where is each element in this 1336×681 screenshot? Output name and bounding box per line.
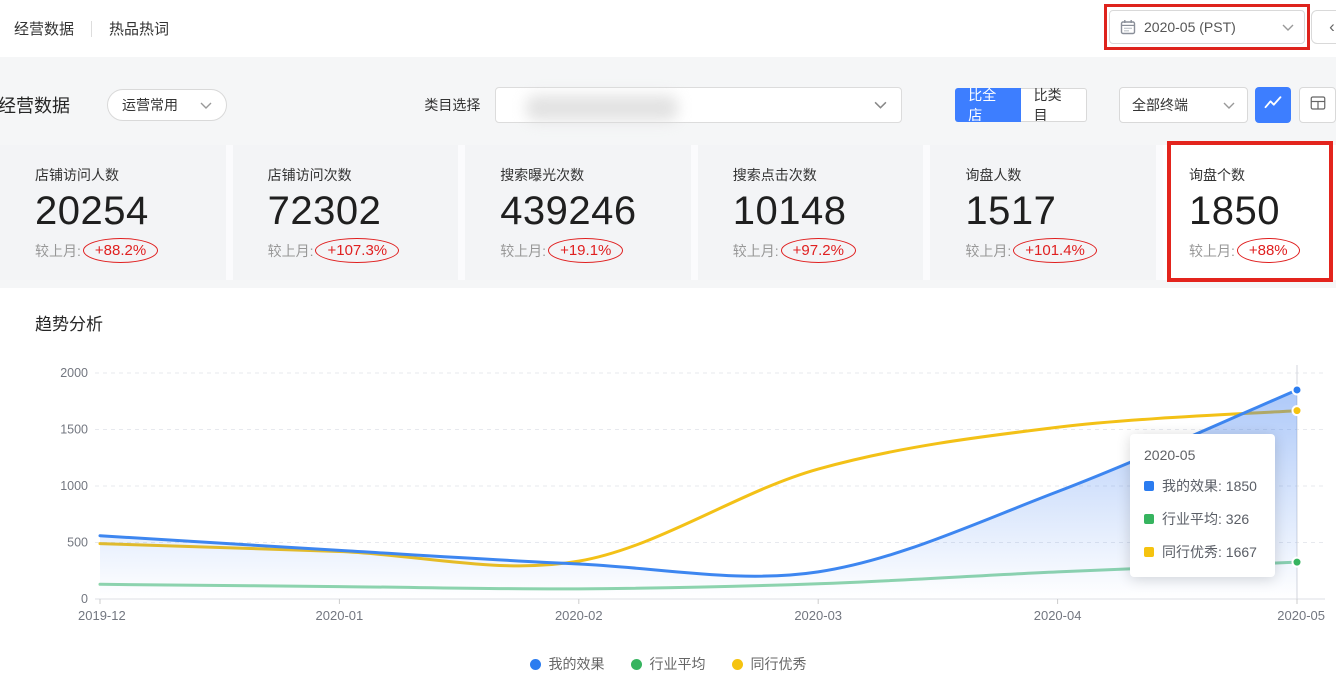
tab-business-data[interactable]: 经营数据 <box>14 18 74 39</box>
preset-dropdown[interactable]: 运营常用 <box>107 89 227 121</box>
legend-label: 行业平均 <box>650 654 706 674</box>
kpi-value: 72302 <box>268 189 459 234</box>
terminal-dropdown[interactable]: 全部终端 <box>1119 87 1248 123</box>
mom-label: 较上月: <box>268 241 314 261</box>
mom-label: 较上月: <box>965 241 1011 261</box>
trend-title: 趋势分析 <box>0 288 1336 335</box>
table-view-button[interactable] <box>1299 87 1336 123</box>
top-nav: 经营数据 热品热词 <box>14 18 169 39</box>
chart-view-button[interactable] <box>1255 87 1292 123</box>
svg-text:0: 0 <box>81 592 88 606</box>
chart-legend: 我的效果 行业平均 同行优秀 <box>0 654 1336 674</box>
month-date-picker[interactable]: 2020-05 (PST) <box>1109 10 1305 44</box>
kpi-title: 搜索点击次数 <box>733 165 924 185</box>
category-select-label: 类目选择 <box>424 95 480 115</box>
tooltip-value: 行业平均: 326 <box>1162 509 1249 529</box>
mom-change-circled: +88.2% <box>83 238 158 263</box>
mom-change-circled: +19.1% <box>548 238 623 263</box>
legend-label: 我的效果 <box>549 654 605 674</box>
tooltip-row: 同行优秀: 1667 <box>1144 542 1261 562</box>
nav-divider <box>91 21 92 37</box>
svg-text:1500: 1500 <box>60 423 88 437</box>
mom-label: 较上月: <box>500 241 546 261</box>
chevron-down-icon <box>200 102 212 109</box>
date-picker-value: 2020-05 (PST) <box>1144 19 1236 35</box>
kpi-card-store-visitors[interactable]: 店铺访问人数 20254 较上月: +88.2% <box>0 145 226 280</box>
legend-dot-yellow <box>732 659 743 670</box>
kpi-card-inquiry-count[interactable]: 询盘个数 1850 较上月: +88% <box>1163 145 1336 280</box>
chevron-down-icon <box>874 101 887 109</box>
legend-dot-blue <box>530 659 541 670</box>
svg-text:2020-03: 2020-03 <box>794 608 842 623</box>
mom-change-circled: +88% <box>1237 238 1300 263</box>
tab-hot-products[interactable]: 热品热词 <box>109 18 169 39</box>
mom-change-circled: +97.2% <box>781 238 856 263</box>
section-title: 经营数据 <box>0 92 70 118</box>
svg-text:2020-02: 2020-02 <box>555 608 603 623</box>
control-band: 经营数据 运营常用 类目选择 比全店 比类目 全部终端 <box>0 57 1336 288</box>
kpi-card-store-visits[interactable]: 店铺访问次数 72302 较上月: +107.3% <box>233 145 459 280</box>
kpi-title: 搜索曝光次数 <box>500 165 691 185</box>
kpi-value: 439246 <box>500 189 691 234</box>
category-select[interactable] <box>495 87 902 123</box>
series-swatch-my-performance <box>1144 481 1154 491</box>
mom-label: 较上月: <box>733 241 779 261</box>
kpi-value: 10148 <box>733 189 924 234</box>
trend-chart-area: 0 500 1000 1500 2000 2019-12 2020-01 2020-02 202… <box>0 347 1336 632</box>
kpi-title: 店铺访问人数 <box>35 165 226 185</box>
prev-month-button[interactable]: ‹ <box>1311 10 1336 44</box>
mom-change-circled: +101.4% <box>1013 238 1097 263</box>
kpi-value: 1850 <box>1189 189 1336 234</box>
filter-row: 经营数据 运营常用 类目选择 比全店 比类目 全部终端 <box>0 85 1336 125</box>
tooltip-row: 我的效果: 1850 <box>1144 476 1261 496</box>
legend-item-industry-average[interactable]: 行业平均 <box>631 654 706 674</box>
legend-label: 同行优秀 <box>751 654 807 674</box>
trend-section: 趋势分析 0 500 1000 1500 2000 2019-12 2020-01 2020-… <box>0 288 1336 674</box>
kpi-title: 询盘个数 <box>1189 165 1336 185</box>
kpi-value: 1517 <box>965 189 1156 234</box>
kpi-card-search-clicks[interactable]: 搜索点击次数 10148 较上月: +97.2% <box>698 145 924 280</box>
chart-tooltip: 2020-05 我的效果: 1850 行业平均: 326 同行优秀: 1667 <box>1130 434 1275 577</box>
svg-text:2019-12: 2019-12 <box>78 608 126 623</box>
kpi-card-inquiry-people[interactable]: 询盘人数 1517 较上月: +101.4% <box>930 145 1156 280</box>
mom-change-circled: +107.3% <box>315 238 399 263</box>
svg-text:2000: 2000 <box>60 366 88 380</box>
redacted-category-value <box>526 95 678 121</box>
calendar-icon <box>1120 19 1136 35</box>
terminal-dropdown-value: 全部终端 <box>1132 95 1188 115</box>
legend-item-peer-excellent[interactable]: 同行优秀 <box>732 654 807 674</box>
chevron-down-icon <box>1282 24 1294 31</box>
svg-text:2020-04: 2020-04 <box>1034 608 1082 623</box>
svg-text:1000: 1000 <box>60 479 88 493</box>
mom-label: 较上月: <box>1189 241 1235 261</box>
kpi-card-search-impressions[interactable]: 搜索曝光次数 439246 较上月: +19.1% <box>465 145 691 280</box>
kpi-title: 询盘人数 <box>965 165 1156 185</box>
legend-item-my-performance[interactable]: 我的效果 <box>530 654 605 674</box>
svg-text:500: 500 <box>67 536 88 550</box>
table-icon <box>1309 94 1327 117</box>
preset-dropdown-value: 运营常用 <box>122 95 178 115</box>
kpi-card-row: 店铺访问人数 20254 较上月: +88.2% 店铺访问次数 72302 较上… <box>0 145 1336 280</box>
kpi-title: 店铺访问次数 <box>268 165 459 185</box>
series-swatch-peer-excellent <box>1144 547 1154 557</box>
tooltip-value: 同行优秀: 1667 <box>1162 542 1257 562</box>
date-picker-area: 2020-05 (PST) ‹ <box>1109 10 1305 44</box>
compare-whole-store-button[interactable]: 比全店 <box>955 88 1020 122</box>
compare-category-button[interactable]: 比类目 <box>1021 88 1087 122</box>
mom-label: 较上月: <box>35 241 81 261</box>
line-chart-icon <box>1263 93 1283 118</box>
svg-text:2020-05: 2020-05 <box>1277 608 1325 623</box>
compare-segmented-control: 比全店 比类目 <box>955 88 1087 122</box>
svg-text:2020-01: 2020-01 <box>316 608 364 623</box>
top-bar: 经营数据 热品热词 2020-05 (PST) ‹ <box>0 0 1336 57</box>
tooltip-date: 2020-05 <box>1144 447 1261 463</box>
series-swatch-industry-average <box>1144 514 1154 524</box>
tooltip-value: 我的效果: 1850 <box>1162 476 1257 496</box>
kpi-value: 20254 <box>35 189 226 234</box>
tooltip-row: 行业平均: 326 <box>1144 509 1261 529</box>
chevron-down-icon <box>1223 102 1235 109</box>
legend-dot-green <box>631 659 642 670</box>
